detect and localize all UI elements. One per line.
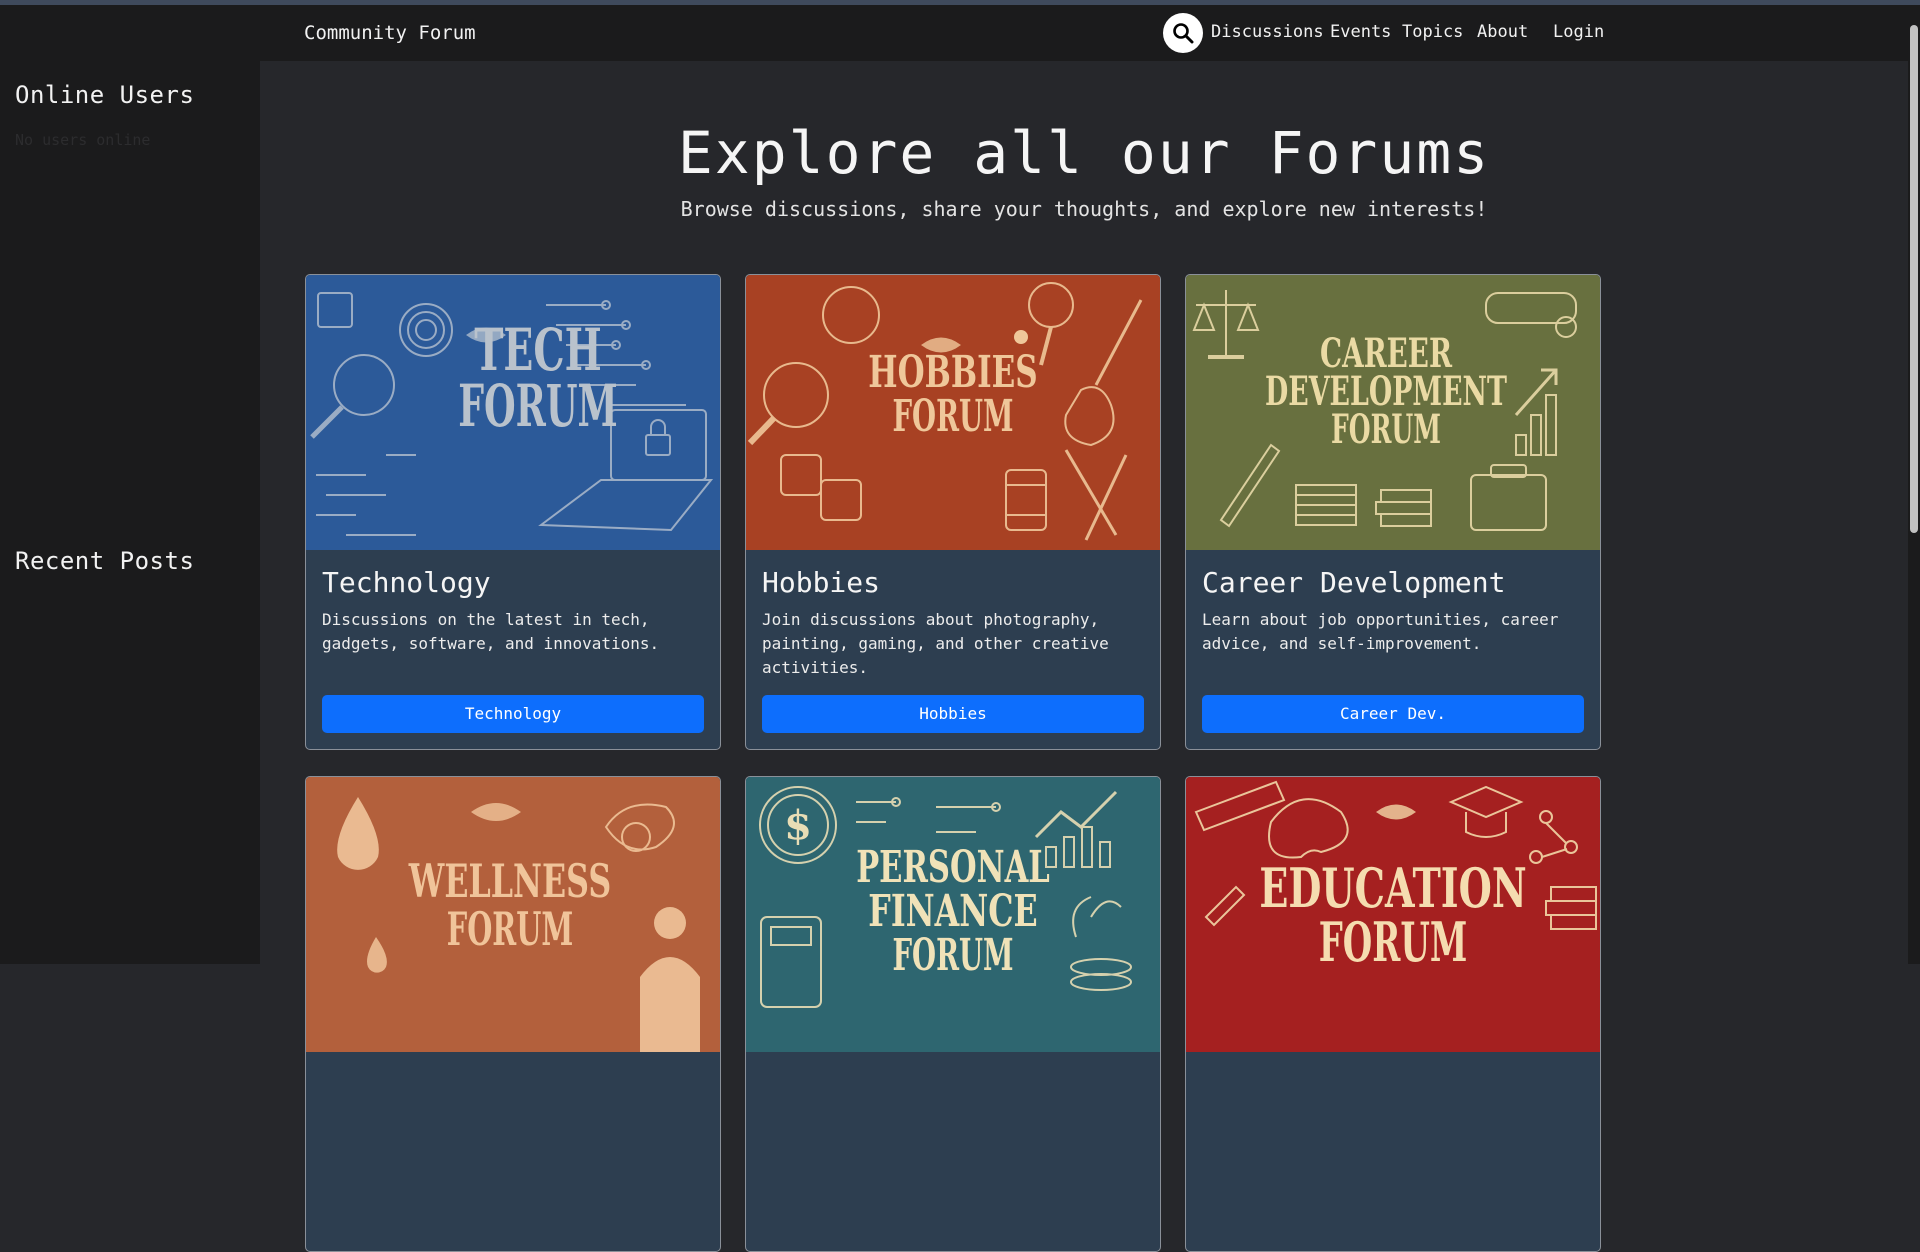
nav-about[interactable]: About (1477, 22, 1528, 42)
career-button[interactable]: Career Dev. (1202, 695, 1584, 733)
hobbies-button[interactable]: Hobbies (762, 695, 1144, 733)
wellness-banner-image: WELLNESS FORUM (306, 777, 720, 1052)
online-users-empty-text: No users online (15, 131, 151, 149)
banner-text-line: FORUM (458, 372, 618, 440)
card-title: Technology (322, 566, 491, 599)
online-users-heading: Online Users (15, 81, 195, 109)
brand-link[interactable]: Community Forum (304, 22, 476, 44)
page-title: Explore all our Forums (677, 119, 1491, 187)
page-scrollbar[interactable] (1908, 5, 1920, 964)
forum-card-career: CAREER DEVELOPMENT FORUM Career Developmen… (1185, 274, 1601, 750)
search-button[interactable] (1163, 13, 1203, 53)
technology-button[interactable]: Technology (322, 695, 704, 733)
personal-finance-banner-image: $ PERSONAL FINANCE FORUM (746, 777, 1160, 1052)
forum-card-technology: TECH FORUM Technology Discussions on the … (305, 274, 721, 750)
top-navbar: Community Forum Discussions Events Topic… (260, 5, 1908, 61)
card-description: Learn about job opportunities, career ad… (1202, 610, 1559, 653)
technology-banner-image: TECH FORUM (306, 275, 720, 550)
banner-text-line: FORUM (447, 902, 574, 956)
forum-card-education: EDUCATION FORUM (1185, 776, 1601, 1252)
hobbies-banner-image: HOBBIES FORUM (746, 275, 1160, 550)
forum-card-hobbies: HOBBIES FORUM Hobbies Join discussions ab… (745, 274, 1161, 750)
banner-text-line: FORUM (1319, 910, 1468, 974)
sidebar: Online Users No users online Recent Post… (0, 5, 260, 964)
forum-card-wellness: WELLNESS FORUM (305, 776, 721, 1252)
card-description: Join discussions about photography, pain… (762, 610, 1109, 677)
card-description: Discussions on the latest in tech, gadge… (322, 610, 660, 653)
scrollbar-thumb[interactable] (1910, 25, 1918, 533)
card-title: Career Development (1202, 566, 1506, 599)
banner-text-line: WELLNESS (408, 854, 611, 908)
banner-text-line: FORUM (1331, 406, 1441, 453)
card-title: Hobbies (762, 566, 881, 599)
education-banner-image: EDUCATION FORUM (1186, 777, 1600, 1052)
career-banner-image: CAREER DEVELOPMENT FORUM (1186, 275, 1600, 550)
nav-topics[interactable]: Topics (1402, 22, 1463, 42)
svg-text:$: $ (784, 802, 812, 849)
search-icon (1173, 23, 1194, 44)
forum-card-personal-finance: $ PERSONAL FINANCE FORUM (745, 776, 1161, 1252)
banner-text-line: FORUM (893, 930, 1014, 981)
page-subtitle: Browse discussions, share your thoughts,… (680, 197, 1488, 221)
nav-login[interactable]: Login (1553, 22, 1604, 42)
nav-events[interactable]: Events (1330, 22, 1391, 42)
nav-discussions[interactable]: Discussions (1211, 22, 1324, 42)
recent-posts-heading: Recent Posts (15, 547, 195, 575)
banner-text-line: FORUM (893, 391, 1014, 442)
